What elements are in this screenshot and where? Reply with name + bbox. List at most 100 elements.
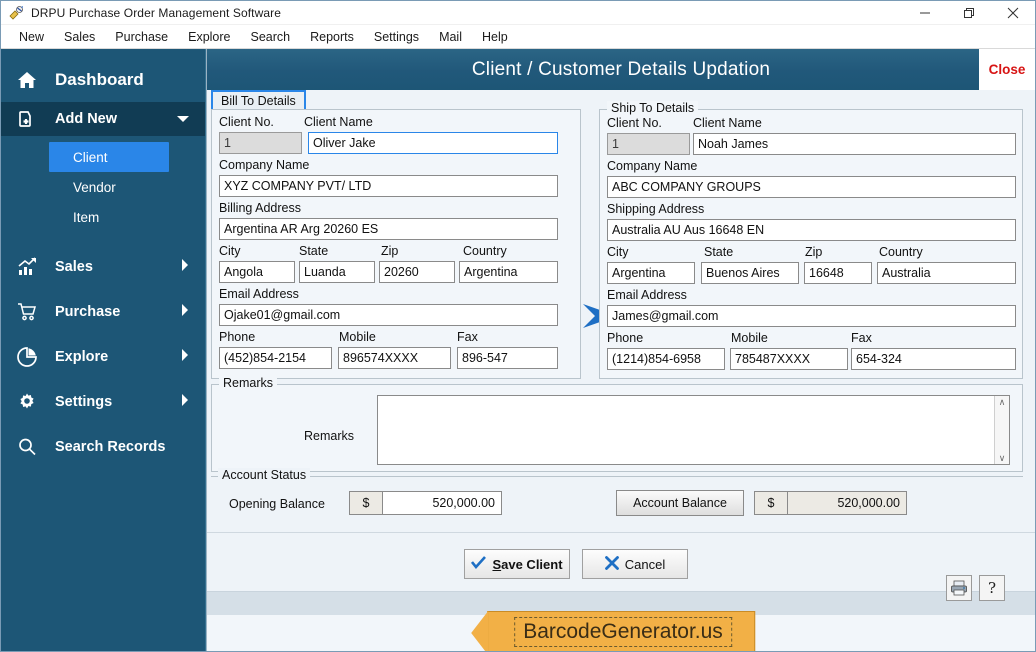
sidebar-item-client[interactable]: Client	[49, 142, 169, 172]
save-client-button[interactable]: Save Client	[464, 549, 570, 579]
ship-email-label: Email Address	[607, 288, 687, 302]
bill-fax-field[interactable]: 896-547	[457, 347, 558, 369]
svg-text:?: ?	[988, 579, 996, 597]
bill-client-name-field[interactable]: Oliver Jake	[308, 132, 558, 154]
bill-client-no-field[interactable]: 1	[219, 132, 302, 154]
ship-client-name-field[interactable]: Noah James	[693, 133, 1016, 155]
question-mark-icon[interactable]: ?	[979, 575, 1005, 601]
close-button[interactable]: Close	[979, 49, 1035, 90]
form-content: Bill To Details Bill To Details Client N…	[207, 90, 1035, 591]
account-balance-button[interactable]: Account Balance	[616, 490, 744, 516]
menubar: New Sales Purchase Explore Search Report…	[1, 25, 1035, 49]
sidebar-item-item[interactable]: Item	[1, 202, 205, 232]
remarks-textarea[interactable]: ∧ ∨	[377, 395, 1010, 465]
bill-mobile-field[interactable]: 896574XXXX	[338, 347, 451, 369]
ship-company-name-field[interactable]: ABC COMPANY GROUPS	[607, 176, 1016, 198]
ship-client-no-label: Client No.	[607, 116, 662, 130]
menu-item-new[interactable]: New	[9, 27, 54, 47]
scroll-up-icon[interactable]: ∧	[999, 396, 1006, 408]
sidebar-item-explore[interactable]: Explore	[1, 334, 205, 379]
maximize-icon[interactable]	[947, 1, 991, 25]
menu-item-mail[interactable]: Mail	[429, 27, 472, 47]
minimize-icon[interactable]	[903, 1, 947, 25]
bill-country-label: Country	[463, 244, 507, 258]
bill-email-field[interactable]: Ojake01@gmail.com	[219, 304, 558, 326]
ship-city-field[interactable]: Argentina	[607, 262, 695, 284]
remarks-scrollbar[interactable]: ∧ ∨	[994, 396, 1009, 464]
account-status-panel: Account Status Opening Balance $ 520,000…	[211, 468, 1023, 528]
sidebar-item-purchase[interactable]: Purchase	[1, 289, 205, 334]
bill-country-field[interactable]: Argentina	[459, 261, 558, 283]
ship-fax-field[interactable]: 654-324	[851, 348, 1016, 370]
bill-zip-field[interactable]: 20260	[379, 261, 455, 283]
bill-client-name-label: Client Name	[304, 115, 373, 129]
form-divider	[207, 532, 1035, 533]
window-titlebar: DRPU Purchase Order Management Software	[1, 1, 1035, 25]
x-icon	[604, 555, 619, 573]
ship-to-legend: Ship To Details	[607, 101, 699, 115]
sidebar-item-label: Sales	[55, 258, 93, 275]
bill-zip-label: Zip	[381, 244, 399, 258]
menu-item-purchase[interactable]: Purchase	[105, 27, 178, 47]
sidebar-item-search-records[interactable]: Search Records	[1, 424, 205, 469]
sidebar-item-label: Search Records	[55, 438, 166, 455]
sidebar-item-settings[interactable]: Settings	[1, 379, 205, 424]
menu-item-reports[interactable]: Reports	[300, 27, 364, 47]
brand-label: BarcodeGenerator.us	[514, 617, 732, 647]
menu-item-explore[interactable]: Explore	[178, 27, 240, 47]
sidebar: Dashboard Add New Client Vendor Item Sal…	[1, 49, 206, 651]
opening-balance-label: Opening Balance	[229, 497, 325, 511]
bill-email-label: Email Address	[219, 287, 299, 301]
remarks-label: Remarks	[304, 429, 355, 443]
cancel-button[interactable]: Cancel	[582, 549, 688, 579]
bill-address-field[interactable]: Argentina AR Arg 20260 ES	[219, 218, 558, 240]
ship-client-no-field[interactable]: 1	[607, 133, 690, 155]
sidebar-item-vendor[interactable]: Vendor	[1, 172, 205, 202]
close-icon[interactable]	[991, 1, 1035, 25]
remarks-panel: Remarks Remarks ∧ ∨	[211, 376, 1023, 472]
shopping-cart-icon	[17, 302, 43, 322]
bill-state-field[interactable]: Luanda	[299, 261, 375, 283]
sidebar-subitem-label: Item	[73, 209, 100, 225]
ship-address-field[interactable]: Australia AU Aus 16648 EN	[607, 219, 1016, 241]
window-controls	[903, 1, 1035, 25]
bill-state-label: State	[299, 244, 329, 258]
bill-company-name-label: Company Name	[219, 158, 310, 172]
menu-item-help[interactable]: Help	[472, 27, 518, 47]
ship-country-field[interactable]: Australia	[877, 262, 1016, 284]
ship-country-label: Country	[879, 245, 923, 259]
bill-phone-field[interactable]: (452)854-2154	[219, 347, 332, 369]
account-balance-currency: $	[754, 491, 788, 515]
sidebar-item-sales[interactable]: Sales	[1, 244, 205, 289]
bill-mobile-label: Mobile	[339, 330, 376, 344]
ship-to-panel: Ship To Details Client No. Client Name 1…	[599, 101, 1023, 379]
main-panel: Client / Customer Details Updation Close…	[206, 49, 1035, 651]
page-title: Client / Customer Details Updation	[471, 58, 771, 80]
opening-balance-currency: $	[349, 491, 383, 515]
account-status-legend: Account Status	[218, 468, 311, 482]
ship-state-field[interactable]: Buenos Aires	[701, 262, 799, 284]
ship-mobile-field[interactable]: 785487XXXX	[730, 348, 848, 370]
menu-item-search[interactable]: Search	[241, 27, 301, 47]
bill-company-name-field[interactable]: XYZ COMPANY PVT/ LTD	[219, 175, 558, 197]
printer-icon[interactable]	[946, 575, 972, 601]
ship-state-label: State	[704, 245, 734, 259]
chevron-right-icon	[181, 348, 189, 366]
sidebar-item-dashboard[interactable]: Dashboard	[1, 57, 205, 102]
sidebar-item-add-new[interactable]: Add New	[1, 102, 205, 136]
ship-zip-field[interactable]: 16648	[804, 262, 872, 284]
sidebar-item-label: Add New	[55, 111, 118, 127]
brand-logo: BarcodeGenerator.us	[471, 611, 755, 651]
home-icon	[17, 70, 43, 90]
bill-city-field[interactable]: Angola	[219, 261, 295, 283]
menu-item-settings[interactable]: Settings	[364, 27, 429, 47]
app-icon	[8, 5, 24, 21]
opening-balance-field[interactable]: 520,000.00	[382, 491, 502, 515]
ship-email-field[interactable]: James@gmail.com	[607, 305, 1016, 327]
ship-phone-field[interactable]: (1214)854-6958	[607, 348, 725, 370]
scroll-down-icon[interactable]: ∨	[999, 452, 1006, 464]
menu-item-sales[interactable]: Sales	[54, 27, 105, 47]
ship-fax-label: Fax	[851, 331, 872, 345]
footer: ? BarcodeGenerator.us	[207, 575, 1035, 651]
ship-zip-label: Zip	[805, 245, 823, 259]
